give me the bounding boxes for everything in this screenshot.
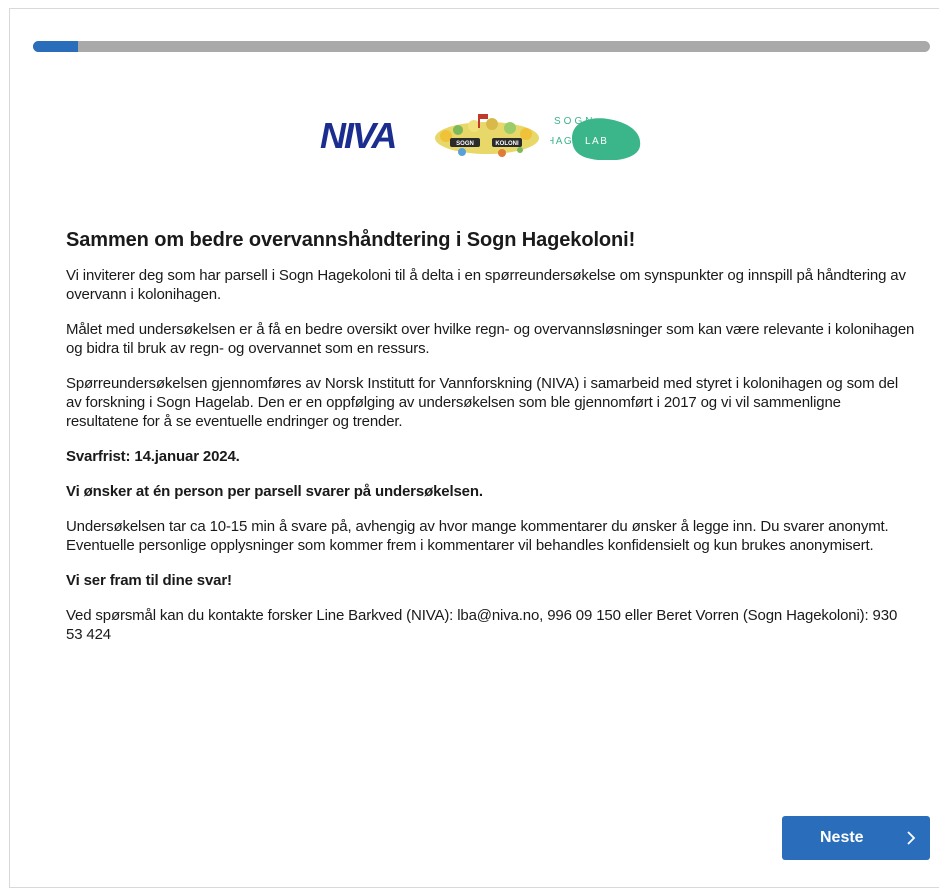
one-per-plot-text: Vi ønsker at én person per parsell svare… [66,483,483,500]
sogn-hagelab-logo: SOGN HAGE LAB [550,116,641,160]
progress-bar [33,41,930,52]
next-button[interactable]: Neste [782,816,930,860]
svg-text:LAB: LAB [585,136,608,147]
page-title: Sammen om bedre overvannshåndtering i So… [66,229,636,251]
progress-bar-fill [33,41,78,52]
closing-text: Vi ser fram til dine svar! [66,572,232,589]
organizer-paragraph: Spørreundersøkelsen gjennomføres av Nors… [66,375,899,430]
intro-paragraph: Vi inviterer deg som har parsell i Sogn … [66,267,906,303]
svg-text:HAGE: HAGE [550,136,581,147]
next-button-label: Neste [820,829,864,846]
svg-text:NIVA: NIVA [320,115,395,155]
chevron-right-icon [907,831,916,845]
svg-text:SOGN: SOGN [456,141,474,147]
svg-text:SOGN: SOGN [554,116,595,127]
svg-text:KOLONI: KOLONI [495,141,519,147]
duration-paragraph: Undersøkelsen tar ca 10-15 min å svare p… [66,518,889,554]
logo-row: NIVA SOGN KOLONI SOGN HAGE LAB [318,108,648,160]
deadline-text: Svarfrist: 14.januar 2024. [66,448,240,465]
niva-logo: NIVA [320,115,397,155]
goal-paragraph: Målet med undersøkelsen er å få en bedre… [66,321,915,357]
sogn-hagekoloni-logo: SOGN KOLONI [435,114,539,157]
survey-intro: Sammen om bedre overvannshåndtering i So… [66,223,916,660]
contact-paragraph: Ved spørsmål kan du kontakte forsker Lin… [66,607,898,643]
